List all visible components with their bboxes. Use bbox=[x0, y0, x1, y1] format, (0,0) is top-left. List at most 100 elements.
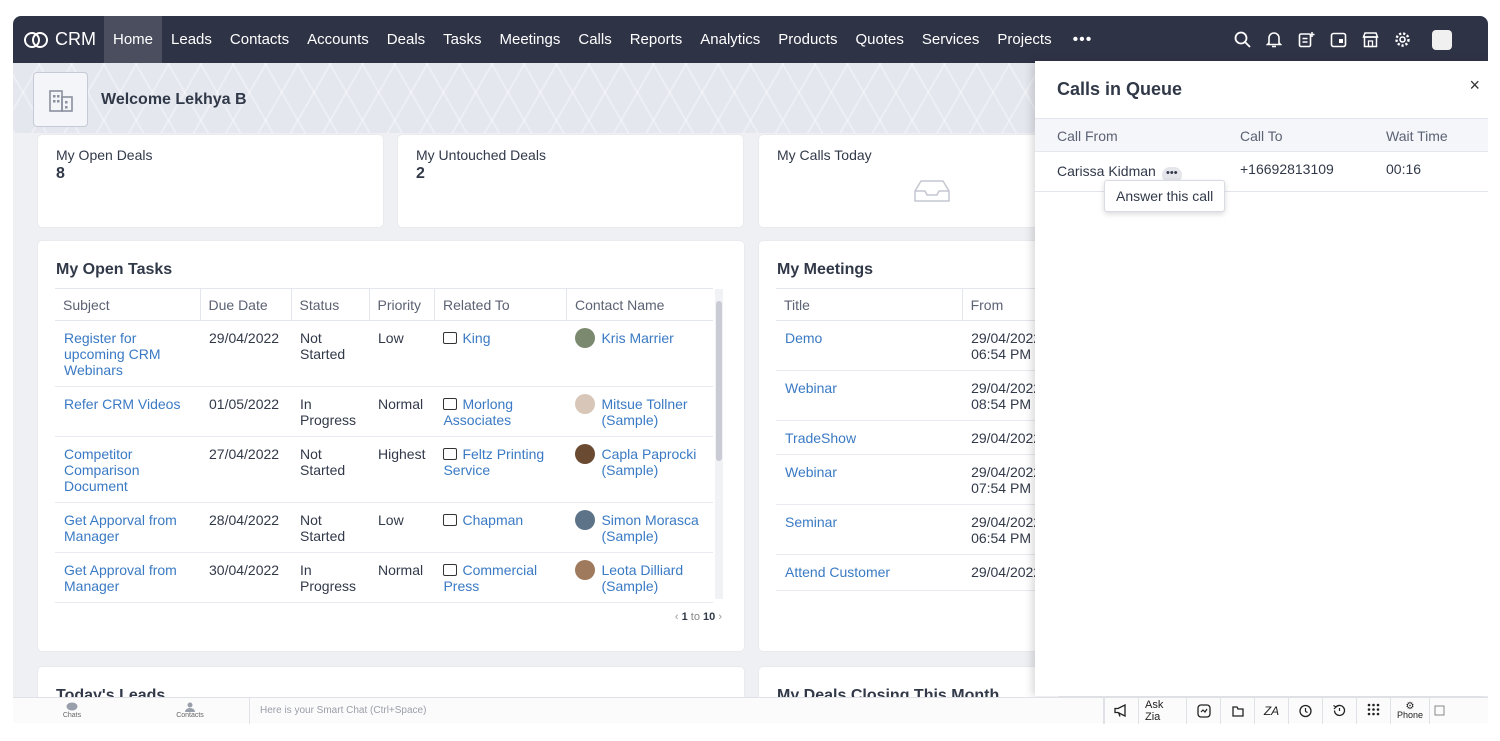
meeting-title-link[interactable]: Webinar bbox=[785, 464, 837, 480]
queue-row[interactable]: Carissa Kidman ••• +16692813109 00:16 bbox=[1035, 152, 1488, 192]
table-row[interactable]: Attend Customer conference29/04/2022 bbox=[776, 554, 1059, 591]
meeting-title-link[interactable]: Seminar bbox=[785, 514, 837, 530]
add-record-icon[interactable] bbox=[1290, 16, 1322, 63]
task-priority: Normal bbox=[369, 386, 435, 437]
module-tabs: Home Leads Contacts Accounts Deals Tasks… bbox=[104, 16, 1104, 63]
nav-analytics[interactable]: Analytics bbox=[691, 16, 769, 63]
contact-link[interactable]: Capla Paprocki (Sample) bbox=[601, 446, 704, 478]
meeting-title-link[interactable]: Webinar bbox=[785, 380, 837, 396]
contact-link[interactable]: Kris Marrier bbox=[601, 330, 673, 346]
table-row[interactable]: Webinar 29/04/2022 08:54 PM bbox=[776, 370, 1059, 421]
kpi-open-deals[interactable]: My Open Deals 8 bbox=[38, 135, 383, 227]
meeting-title-link[interactable]: TradeShow bbox=[785, 430, 856, 446]
alarm-clock-icon[interactable] bbox=[1288, 697, 1322, 724]
crm-logo[interactable]: CRM bbox=[13, 16, 104, 63]
gear-icon[interactable] bbox=[1386, 16, 1418, 63]
calendar-icon[interactable] bbox=[1322, 16, 1354, 63]
nav-quotes[interactable]: Quotes bbox=[846, 16, 912, 63]
contact-link[interactable]: Simon Morasca (Sample) bbox=[601, 512, 704, 544]
brand-name: CRM bbox=[55, 29, 96, 49]
nav-reports[interactable]: Reports bbox=[621, 16, 692, 63]
task-due-date: 27/04/2022 bbox=[200, 436, 291, 503]
contact-link[interactable]: Mitsue Tollner (Sample) bbox=[601, 396, 704, 428]
contact-link[interactable]: Leota Dilliard (Sample) bbox=[601, 562, 704, 594]
nav-projects[interactable]: Projects bbox=[988, 16, 1060, 63]
dialpad-icon[interactable] bbox=[1356, 697, 1390, 724]
meetings-table: Title From Demo 29/04/2022 06:54 PM Webin… bbox=[776, 288, 1059, 591]
prev-page-icon[interactable]: ‹ bbox=[675, 611, 679, 623]
task-subject-link[interactable]: Refer CRM Videos bbox=[64, 396, 180, 412]
table-row[interactable]: Get Approval from Manager 30/04/2022 In … bbox=[55, 552, 713, 603]
nav-contacts[interactable]: Contacts bbox=[221, 16, 298, 63]
history-icon[interactable] bbox=[1322, 697, 1356, 724]
scrollbar-thumb[interactable] bbox=[716, 301, 722, 461]
nav-services[interactable]: Services bbox=[913, 16, 989, 63]
page-from: 1 bbox=[681, 611, 688, 623]
column-subject[interactable]: Subject bbox=[55, 288, 200, 321]
table-row[interactable]: TradeShow 29/04/2022 bbox=[776, 420, 1059, 455]
smart-chat-input[interactable]: Here is your Smart Chat (Ctrl+Space) bbox=[249, 697, 1104, 724]
column-priority[interactable]: Priority bbox=[368, 288, 435, 321]
nav-products[interactable]: Products bbox=[769, 16, 846, 63]
nav-accounts[interactable]: Accounts bbox=[298, 16, 378, 63]
table-row[interactable]: Get Apporval from Manager 28/04/2022 Not… bbox=[55, 502, 713, 553]
task-subject-link[interactable]: Get Approval from Manager bbox=[64, 562, 177, 594]
nav-deals[interactable]: Deals bbox=[378, 16, 434, 63]
notes-icon[interactable] bbox=[1429, 697, 1449, 724]
nav-calls[interactable]: Calls bbox=[569, 16, 620, 63]
phone-label: Phone bbox=[1397, 709, 1424, 720]
profile-avatar[interactable] bbox=[1432, 29, 1452, 50]
account-icon bbox=[443, 514, 458, 526]
column-due-date[interactable]: Due Date bbox=[199, 288, 291, 321]
chats-button[interactable]: Chats bbox=[13, 698, 131, 724]
task-subject-link[interactable]: Register for upcoming CRM Webinars bbox=[64, 330, 160, 378]
task-priority: Highest bbox=[369, 436, 435, 503]
nav-more-button[interactable]: ••• bbox=[1061, 31, 1105, 49]
column-title[interactable]: Title bbox=[776, 288, 963, 321]
related-to-link[interactable]: Commercial Press bbox=[443, 562, 537, 594]
recent-items-icon[interactable] bbox=[1220, 697, 1254, 724]
call-to-number: +16692813109 bbox=[1240, 161, 1334, 177]
ask-zia-button[interactable]: Ask Zia bbox=[1138, 697, 1186, 724]
kpi-untouched-deals[interactable]: My Untouched Deals 2 bbox=[398, 135, 743, 227]
task-status: Not Started bbox=[291, 502, 369, 553]
close-icon[interactable]: × bbox=[1469, 75, 1480, 96]
translate-icon[interactable]: ZA bbox=[1254, 697, 1288, 724]
column-related-to[interactable]: Related To bbox=[433, 288, 567, 321]
tasks-scrollbar[interactable] bbox=[715, 289, 723, 599]
related-to-link[interactable]: Feltz Printing Service bbox=[443, 446, 544, 478]
task-status: Not Started bbox=[291, 320, 369, 387]
phone-button[interactable]: ⚙ Phone bbox=[1390, 697, 1429, 724]
task-subject-link[interactable]: Get Apporval from Manager bbox=[64, 512, 177, 544]
column-contact-name[interactable]: Contact Name bbox=[565, 288, 713, 321]
table-row[interactable]: Refer CRM Videos 01/05/2022 In Progress … bbox=[55, 386, 713, 437]
kpi-calls-today[interactable]: My Calls Today bbox=[759, 135, 1059, 227]
related-to-link[interactable]: King bbox=[462, 330, 490, 346]
nav-tasks[interactable]: Tasks bbox=[434, 16, 490, 63]
chat-icon bbox=[66, 702, 78, 711]
nav-home[interactable]: Home bbox=[104, 16, 163, 63]
organization-icon[interactable] bbox=[33, 72, 88, 127]
table-row[interactable]: Webinar 29/04/2022 07:54 PM bbox=[776, 454, 1059, 505]
meeting-title-link[interactable]: Demo bbox=[785, 330, 822, 346]
contacts-button[interactable]: Contacts bbox=[131, 698, 249, 724]
meeting-title-link[interactable]: Attend Customer conference bbox=[785, 564, 890, 582]
announcement-icon[interactable] bbox=[1104, 697, 1138, 724]
task-subject-link[interactable]: Competitor Comparison Document bbox=[64, 446, 139, 494]
nav-meetings[interactable]: Meetings bbox=[491, 16, 570, 63]
table-row[interactable]: Demo 29/04/2022 06:54 PM bbox=[776, 320, 1059, 371]
search-icon[interactable] bbox=[1226, 16, 1258, 63]
related-to-link[interactable]: Chapman bbox=[462, 512, 523, 528]
table-row[interactable]: Register for upcoming CRM Webinars 29/04… bbox=[55, 320, 713, 387]
marketplace-icon[interactable] bbox=[1354, 16, 1386, 63]
table-row[interactable]: Seminar 29/04/2022 06:54 PM bbox=[776, 504, 1059, 555]
bell-icon[interactable] bbox=[1258, 16, 1290, 63]
table-row[interactable]: Competitor Comparison Document 27/04/202… bbox=[55, 436, 713, 503]
signals-icon[interactable] bbox=[1186, 697, 1220, 724]
column-status[interactable]: Status bbox=[290, 288, 369, 321]
caller-name-text: Carissa Kidman bbox=[1057, 163, 1156, 179]
answer-call-menu-item[interactable]: Answer this call bbox=[1104, 180, 1226, 212]
nav-leads[interactable]: Leads bbox=[162, 16, 221, 63]
column-call-to: Call To bbox=[1240, 128, 1283, 144]
next-page-icon[interactable]: › bbox=[718, 611, 722, 623]
